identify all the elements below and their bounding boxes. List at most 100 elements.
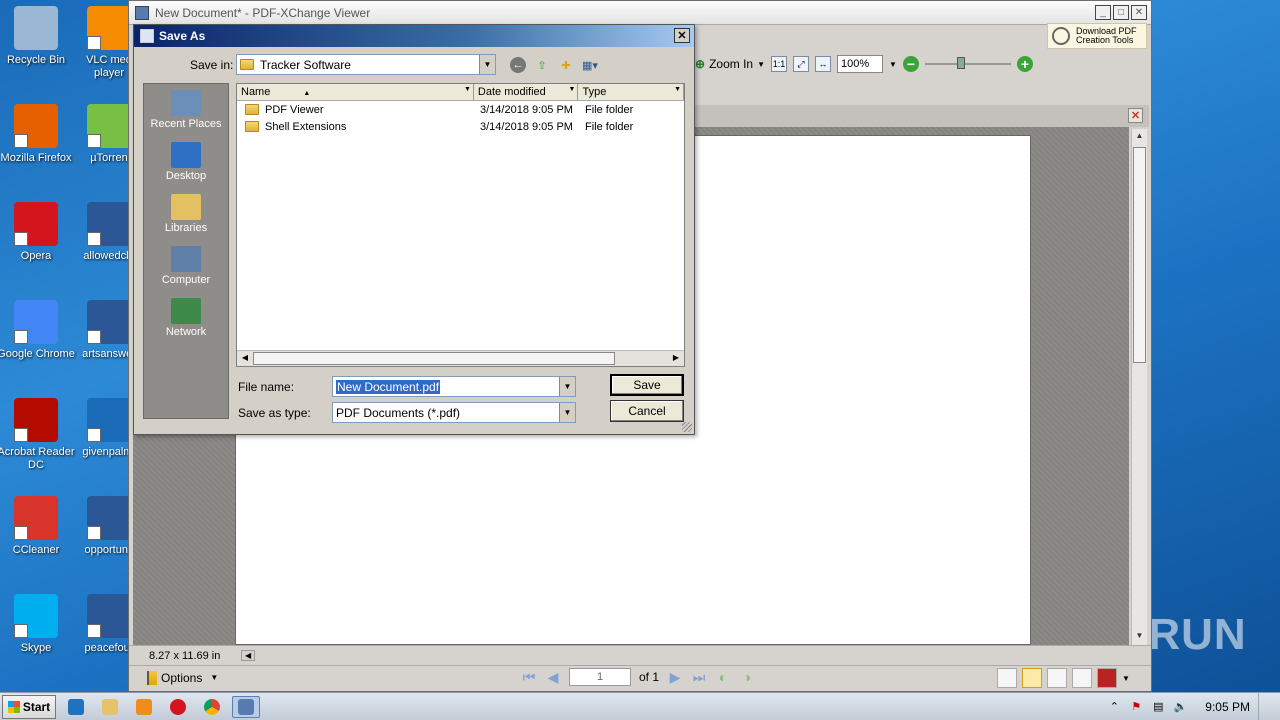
acrobat-icon — [14, 398, 58, 442]
save-in-combo[interactable]: Tracker Software ▼ — [236, 54, 496, 75]
column-date-modified[interactable]: Date modified ▼ — [474, 84, 579, 100]
word-doc-icon — [87, 594, 131, 638]
desktop-icon-3[interactable]: Google Chrome — [0, 300, 75, 361]
folder-icon — [245, 104, 259, 115]
scroll-down-icon[interactable]: ▼ — [1134, 631, 1145, 643]
last-page-icon[interactable]: ⏭ — [691, 669, 707, 685]
pdf-icon[interactable] — [1097, 668, 1117, 688]
desktop-icon-4[interactable]: Acrobat Reader DC — [0, 398, 75, 472]
single-page-icon[interactable] — [997, 668, 1017, 688]
desktop-icon-label: Skype — [20, 642, 52, 654]
continuous-page-icon[interactable] — [1022, 668, 1042, 688]
scroll-right-icon[interactable]: ▶ — [670, 353, 682, 362]
desktop-icon-1[interactable]: Mozilla Firefox — [0, 104, 75, 165]
hscroll-thumb[interactable] — [253, 352, 615, 365]
chevron-down-icon[interactable]: ▼ — [1122, 674, 1130, 683]
desktop-icon-6[interactable]: Skype — [0, 594, 75, 655]
zoom-in-label: Zoom In — [709, 57, 754, 71]
actual-size-icon[interactable]: 1:1 — [771, 56, 787, 72]
place-label: Desktop — [165, 170, 207, 182]
chevron-down-icon[interactable]: ▼ — [479, 55, 495, 74]
taskbar-ie[interactable] — [62, 696, 90, 718]
horizontal-scrollbar[interactable]: ◀ ▶ — [237, 350, 684, 366]
taskbar: Start ⌃ ⚑ ▤ 🔈 9:05 PM — [0, 692, 1280, 720]
column-name[interactable]: Name ▲ ▼ — [237, 84, 474, 100]
resize-grip[interactable] — [682, 422, 692, 432]
file-row[interactable]: Shell Extensions 3/14/2018 9:05 PM File fo… — [237, 118, 684, 135]
fit-page-icon[interactable]: ⤢ — [793, 56, 809, 72]
first-page-icon[interactable]: ⏮ — [521, 669, 537, 685]
blank-doc-icon — [87, 398, 131, 442]
fit-width-icon[interactable]: ↔ — [815, 56, 831, 72]
place-label: Computer — [161, 274, 211, 286]
facing-pages-icon[interactable] — [1047, 668, 1067, 688]
zoom-out-icon[interactable]: − — [902, 56, 919, 72]
file-row[interactable]: PDF Viewer 3/14/2018 9:05 PM File folder — [237, 101, 684, 118]
show-desktop-button[interactable] — [1258, 693, 1270, 720]
next-page-icon[interactable]: ▶ — [667, 669, 683, 685]
place-computer[interactable]: Computer — [144, 246, 228, 298]
chevron-down-icon: ▼ — [757, 59, 765, 69]
new-folder-icon[interactable]: ✚ — [558, 57, 574, 73]
view-menu-icon[interactable]: ▦▾ — [582, 57, 598, 73]
vertical-scrollbar[interactable]: ▲ ▼ — [1131, 129, 1147, 645]
desktop-icon-5[interactable]: CCleaner — [0, 496, 75, 557]
zoom-level-input[interactable]: 100% — [837, 55, 883, 73]
volume-icon[interactable]: 🔈 — [1173, 700, 1187, 714]
zoom-in-button[interactable]: ⊕ Zoom In ▼ — [695, 57, 765, 71]
close-document-icon[interactable]: ✕ — [1128, 108, 1143, 123]
start-button[interactable]: Start — [2, 694, 56, 719]
prev-page-icon[interactable]: ◀ — [545, 669, 561, 685]
place-network[interactable]: Network — [144, 298, 228, 350]
place-recent-places[interactable]: Recent Places — [144, 90, 228, 142]
scroll-left-icon[interactable]: ◀ — [241, 650, 256, 661]
scroll-thumb[interactable] — [1133, 147, 1146, 363]
security-alert-icon[interactable]: ⚑ — [1129, 700, 1143, 714]
app-icon — [135, 5, 149, 20]
file-name-input[interactable]: New Document.pdf ▼ — [332, 376, 576, 397]
forward-view-icon[interactable]: ◑ — [739, 669, 755, 685]
place-desktop[interactable]: Desktop — [144, 142, 228, 194]
save-type-select[interactable]: PDF Documents (*.pdf) ▼ — [332, 402, 576, 423]
zoom-in-plus-icon[interactable]: + — [1016, 56, 1033, 72]
maximize-button[interactable]: □ — [1113, 5, 1129, 20]
back-view-icon[interactable]: ◐ — [715, 669, 731, 685]
save-in-value: Tracker Software — [260, 57, 351, 72]
chevron-down-icon[interactable]: ▼ — [559, 377, 575, 396]
download-icon — [1052, 27, 1070, 45]
dialog-close-button[interactable]: ✕ — [674, 28, 690, 43]
desktop-icon-0[interactable]: Recycle Bin — [0, 6, 75, 67]
close-button[interactable]: ✕ — [1131, 5, 1147, 20]
download-creation-tools-button[interactable]: Download PDF Creation Tools — [1047, 23, 1147, 49]
save-button[interactable]: Save — [610, 374, 684, 396]
taskbar-explorer[interactable] — [96, 696, 124, 718]
up-folder-icon[interactable]: ⇧ — [534, 57, 550, 73]
tray-expand-icon[interactable]: ⌃ — [1107, 700, 1121, 714]
file-list[interactable]: Name ▲ ▼ Date modified ▼ Type ▼ PDF Viewer 3… — [236, 83, 685, 367]
taskbar-chrome[interactable] — [198, 696, 226, 718]
utorrent-icon — [87, 104, 131, 148]
zoom-slider-knob[interactable] — [956, 57, 965, 69]
place-libraries[interactable]: Libraries — [144, 194, 228, 246]
scroll-up-icon[interactable]: ▲ — [1134, 131, 1145, 143]
taskbar-media-player[interactable] — [130, 696, 158, 718]
zoom-slider[interactable] — [924, 57, 1011, 69]
column-type[interactable]: Type ▼ — [578, 84, 685, 100]
taskbar-pdf-viewer[interactable] — [232, 695, 260, 718]
network-icon[interactable]: ▤ — [1151, 700, 1165, 714]
page-number-input[interactable]: 1 — [569, 668, 631, 686]
facing-continuous-icon[interactable] — [1072, 668, 1092, 688]
taskbar-opera[interactable] — [164, 696, 192, 718]
desktop-icon-2[interactable]: Opera — [0, 202, 75, 263]
cancel-button[interactable]: Cancel — [610, 400, 684, 422]
options-button[interactable]: Options ▼ — [147, 670, 218, 685]
clock[interactable]: 9:05 PM — [1205, 700, 1250, 714]
zoom-dropdown-icon[interactable]: ▼ — [889, 60, 897, 69]
chevron-down-icon[interactable]: ▼ — [559, 403, 575, 422]
back-icon[interactable]: ← — [510, 57, 526, 73]
flag-icon — [147, 670, 157, 685]
window-titlebar[interactable]: New Document* - PDF-XChange Viewer _ □ ✕ — [129, 1, 1151, 25]
minimize-button[interactable]: _ — [1095, 5, 1111, 20]
dialog-titlebar[interactable]: Save As ✕ — [134, 25, 694, 47]
scroll-left-icon[interactable]: ◀ — [239, 353, 251, 362]
